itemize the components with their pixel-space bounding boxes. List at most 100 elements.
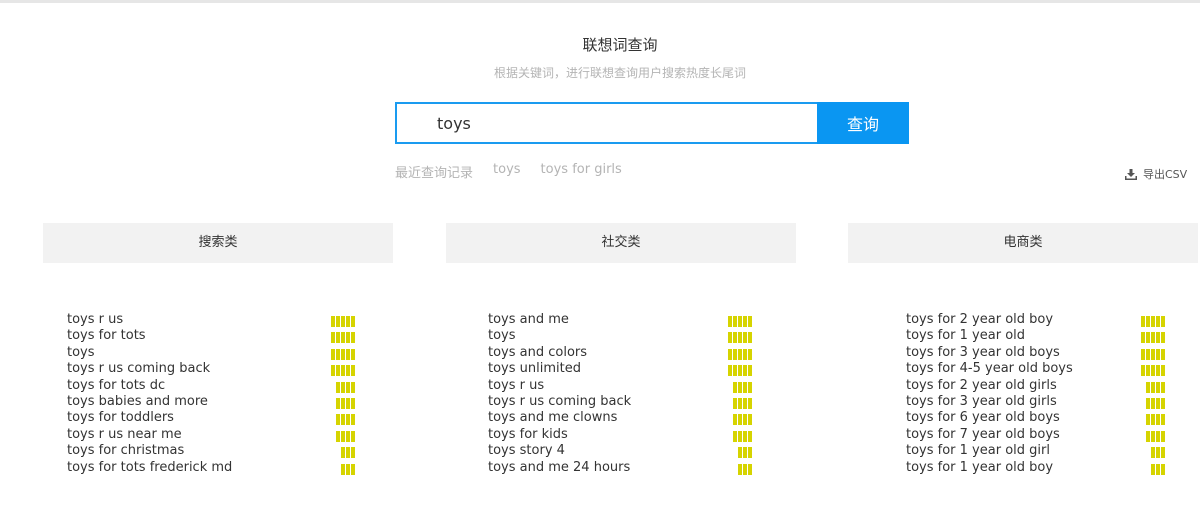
keyword-row: toys for 2 year old girls: [906, 378, 1165, 394]
heat-bars: [1151, 447, 1165, 459]
keyword-row: toys: [488, 328, 752, 344]
keyword-link[interactable]: toys for 3 year old girls: [906, 394, 1057, 410]
heat-bar-segment: [743, 332, 747, 344]
heat-bar-segment: [733, 430, 737, 442]
page-title: 联想词查询: [582, 36, 658, 54]
keyword-link[interactable]: toys for tots frederick md: [67, 460, 232, 476]
search-bar: 查询: [395, 102, 909, 144]
heat-bar-segment: [346, 365, 350, 377]
keyword-link[interactable]: toys and me clowns: [488, 410, 617, 426]
search-button[interactable]: 查询: [817, 102, 909, 144]
heat-bar-segment: [1141, 332, 1145, 344]
keyword-link[interactable]: toys for toddlers: [67, 410, 174, 426]
heat-bar-segment: [341, 414, 345, 426]
keyword-link[interactable]: toys babies and more: [67, 394, 208, 410]
keyword-link[interactable]: toys: [67, 345, 95, 361]
heat-bar-segment: [1146, 397, 1150, 409]
keyword-row: toys and me clowns: [488, 410, 752, 426]
heat-bar-segment: [1141, 365, 1145, 377]
history-item[interactable]: toys: [493, 162, 521, 181]
heat-bars: [336, 414, 355, 426]
heat-bar-segment: [743, 463, 747, 475]
heat-bar-segment: [743, 316, 747, 327]
keyword-link[interactable]: toys r us: [488, 378, 544, 394]
heat-bar-segment: [1151, 414, 1155, 426]
keyword-link[interactable]: toys r us coming back: [67, 361, 210, 377]
heat-bar-segment: [331, 365, 335, 377]
keyword-link[interactable]: toys for 2 year old girls: [906, 378, 1057, 394]
search-input[interactable]: [395, 102, 817, 144]
heat-bar-segment: [336, 397, 340, 409]
keyword-link[interactable]: toys and me 24 hours: [488, 460, 630, 476]
keyword-link[interactable]: toys for 6 year old boys: [906, 410, 1060, 426]
keyword-link[interactable]: toys: [488, 328, 516, 344]
heat-bar-segment: [1161, 332, 1165, 344]
heat-bar-segment: [1151, 348, 1155, 360]
heat-bar-segment: [1151, 316, 1155, 327]
heat-bar-segment: [1161, 447, 1165, 459]
keyword-link[interactable]: toys for christmas: [67, 443, 184, 459]
heat-bar-segment: [336, 332, 340, 344]
heat-bars: [728, 348, 752, 360]
export-csv-button[interactable]: 导出CSV: [1125, 166, 1187, 182]
keyword-row: toys and colors: [488, 345, 752, 361]
heat-bar-segment: [341, 430, 345, 442]
keyword-row: toys for 7 year old boys: [906, 427, 1165, 443]
keyword-link[interactable]: toys for tots: [67, 328, 146, 344]
keyword-link[interactable]: toys unlimited: [488, 361, 581, 377]
keyword-link[interactable]: toys for 4-5 year old boys: [906, 361, 1073, 377]
history-item[interactable]: toys for girls: [541, 162, 622, 181]
heat-bar-segment: [748, 414, 752, 426]
heat-bar-segment: [1151, 332, 1155, 344]
heat-bars: [733, 414, 752, 426]
keyword-link[interactable]: toys and colors: [488, 345, 587, 361]
heat-bar-segment: [1156, 430, 1160, 442]
heat-bar-segment: [1146, 365, 1150, 377]
keyword-link[interactable]: toys for kids: [488, 427, 568, 443]
keyword-link[interactable]: toys for 1 year old boy: [906, 460, 1053, 476]
heat-bar-segment: [733, 414, 737, 426]
keyword-link[interactable]: toys r us: [67, 312, 123, 328]
history-label: 最近查询记录: [395, 166, 474, 181]
heat-bar-segment: [748, 365, 752, 377]
heat-bar-segment: [748, 397, 752, 409]
heat-bar-segment: [341, 332, 345, 344]
keyword-link[interactable]: toys for 2 year old boy: [906, 312, 1053, 328]
keyword-list-search: toys r us toys for tots toys toys r us c…: [67, 312, 355, 476]
heat-bar-segment: [728, 316, 732, 327]
keyword-row: toys babies and more: [67, 394, 355, 410]
keyword-row: toys r us: [488, 378, 752, 394]
heat-bar-segment: [336, 348, 340, 360]
keyword-link[interactable]: toys for tots dc: [67, 378, 165, 394]
column-header-social: 社交类: [446, 223, 796, 263]
heat-bars: [336, 381, 355, 393]
heat-bar-segment: [1146, 430, 1150, 442]
heat-bar-segment: [743, 381, 747, 393]
heat-bar-segment: [1156, 365, 1160, 377]
keyword-link[interactable]: toys story 4: [488, 443, 565, 459]
heat-bar-segment: [346, 332, 350, 344]
heat-bar-segment: [748, 316, 752, 327]
keyword-link[interactable]: toys and me: [488, 312, 569, 328]
keyword-link[interactable]: toys r us coming back: [488, 394, 631, 410]
keyword-link[interactable]: toys r us near me: [67, 427, 182, 443]
keyword-row: toys for 3 year old boys: [906, 345, 1165, 361]
keyword-link[interactable]: toys for 3 year old boys: [906, 345, 1060, 361]
keyword-list-social: toys and me toys toys and colors toys un…: [488, 312, 752, 476]
heat-bar-segment: [341, 463, 345, 475]
keyword-link[interactable]: toys for 7 year old boys: [906, 427, 1060, 443]
keyword-row: toys: [67, 345, 355, 361]
keyword-row: toys for tots frederick md: [67, 460, 355, 476]
keyword-row: toys for toddlers: [67, 410, 355, 426]
heat-bar-segment: [341, 447, 345, 459]
heat-bar-segment: [738, 348, 742, 360]
heat-bar-segment: [1156, 463, 1160, 475]
heat-bars: [1141, 365, 1165, 377]
heat-bars: [331, 316, 355, 327]
keyword-link[interactable]: toys for 1 year old girl: [906, 443, 1050, 459]
keyword-link[interactable]: toys for 1 year old: [906, 328, 1025, 344]
heat-bars: [728, 365, 752, 377]
heat-bar-segment: [748, 348, 752, 360]
heat-bars: [331, 332, 355, 344]
heat-bars: [1146, 430, 1165, 442]
